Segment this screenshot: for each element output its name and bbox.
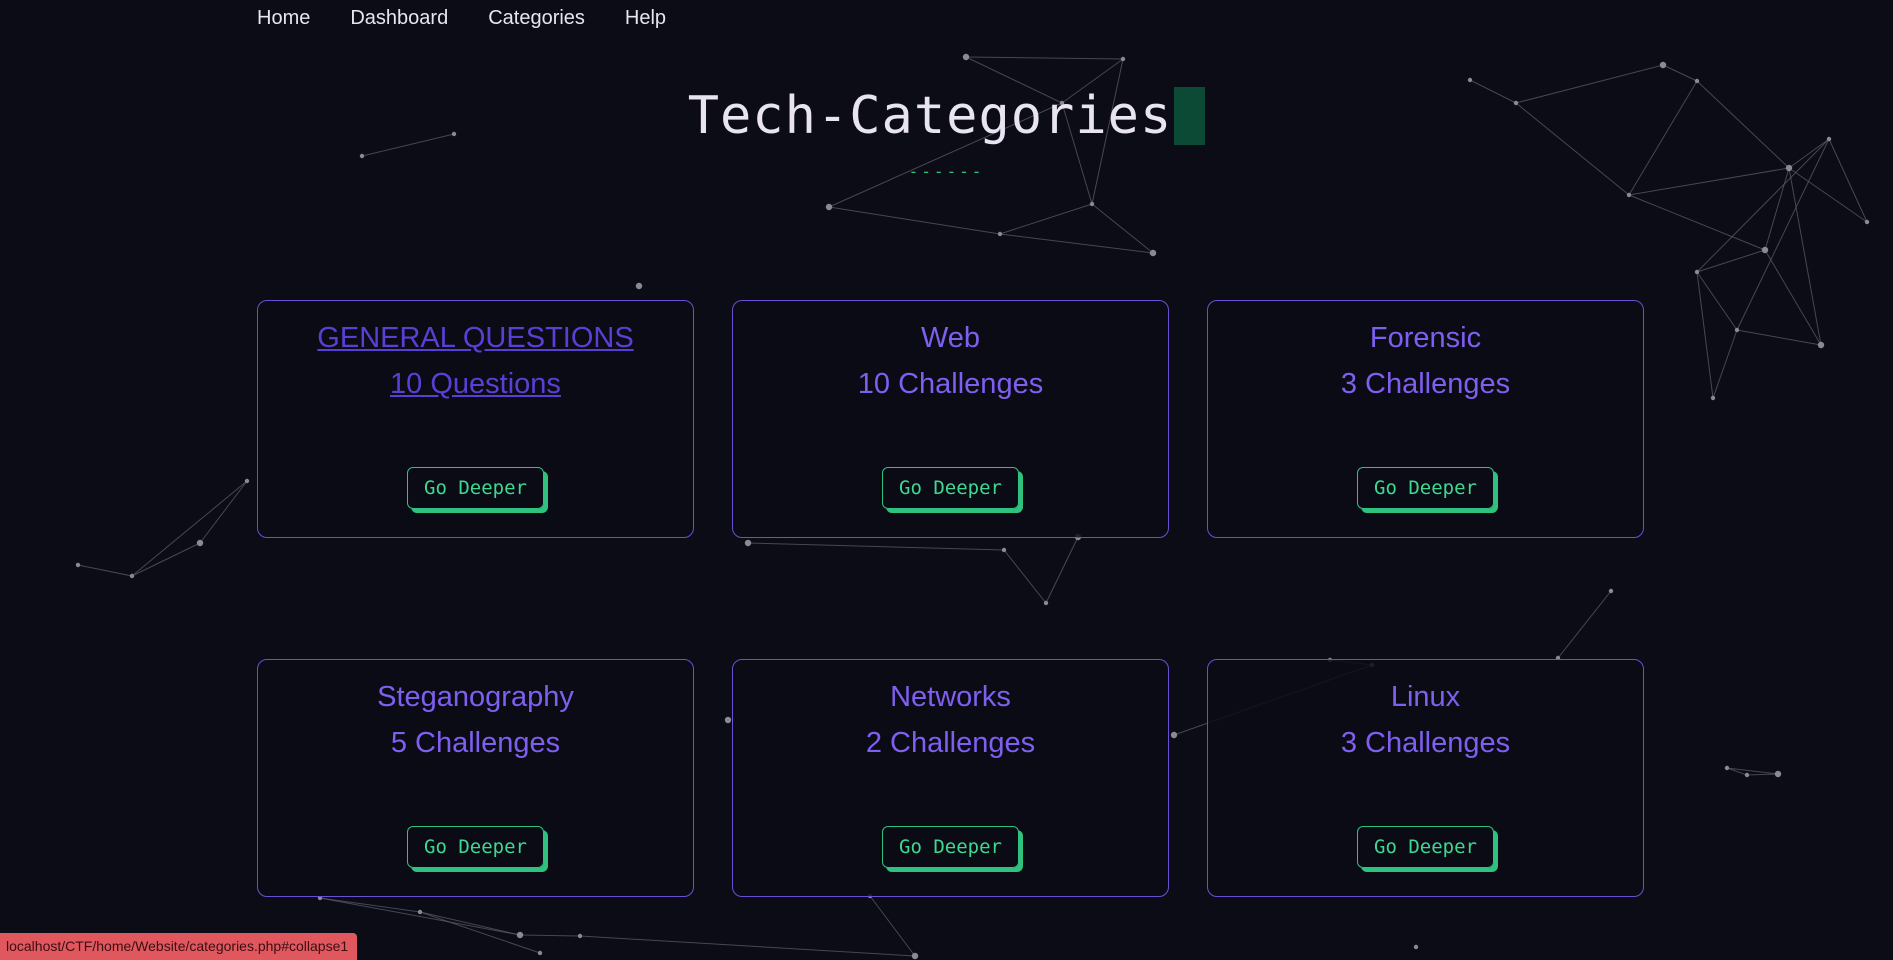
go-deeper-button[interactable]: Go Deeper (407, 467, 544, 509)
category-title: Linux (1390, 681, 1461, 713)
network-node (1864, 219, 1870, 225)
network-node (1626, 192, 1632, 198)
network-line (1736, 329, 1822, 346)
network-line (1091, 203, 1154, 254)
network-line (419, 911, 521, 936)
category-card-linux[interactable]: Linux 3 Challenges Go Deeper (1207, 659, 1644, 897)
title-underline: ------ (908, 162, 985, 181)
category-title: Steganography (377, 681, 574, 713)
category-count: 3 Challenges (1340, 727, 1511, 759)
network-line (999, 203, 1093, 235)
network-line (1712, 329, 1738, 399)
go-deeper-button[interactable]: Go Deeper (882, 467, 1019, 509)
page-header: Tech-Categories ------ (0, 86, 1893, 181)
top-nav: Home Dashboard Categories Help (257, 0, 666, 36)
network-node (825, 203, 833, 211)
network-node (1710, 395, 1716, 401)
network-line (869, 895, 916, 957)
category-title[interactable]: GENERAL QUESTIONS (317, 315, 633, 361)
nav-dashboard-link[interactable]: Dashboard (350, 7, 448, 30)
status-bar-url: localhost/CTF/home/Website/categories.ph… (0, 933, 358, 960)
category-grid: GENERAL QUESTIONS 10 Questions Go Deeper… (257, 300, 1644, 897)
network-node (1694, 269, 1700, 275)
category-title: Forensic (1369, 322, 1482, 354)
network-node (1774, 770, 1782, 778)
network-line (419, 911, 541, 954)
go-deeper-button[interactable]: Go Deeper (1357, 467, 1494, 509)
go-deeper-button[interactable]: Go Deeper (882, 826, 1019, 868)
network-line (1662, 64, 1698, 82)
category-card-networks[interactable]: Networks 2 Challenges Go Deeper (732, 659, 1169, 897)
network-node (1467, 77, 1473, 83)
go-deeper-button[interactable]: Go Deeper (407, 826, 544, 868)
network-node (1089, 201, 1095, 207)
network-line (1746, 773, 1779, 776)
typing-cursor (1174, 87, 1206, 145)
network-node (911, 952, 919, 960)
page-title-wrap: Tech-Categories (688, 86, 1206, 146)
network-line (1628, 194, 1766, 251)
network-line (199, 480, 248, 544)
page-title: Tech-Categories (687, 86, 1173, 146)
category-card-steganography[interactable]: Steganography 5 Challenges Go Deeper (257, 659, 694, 897)
network-line (965, 56, 1124, 60)
network-node (537, 950, 543, 956)
network-node (244, 478, 250, 484)
network-line (319, 897, 421, 913)
category-title: Networks (890, 681, 1011, 713)
network-node (1761, 246, 1769, 254)
network-node (1659, 61, 1667, 69)
category-count: 5 Challenges (390, 727, 561, 759)
go-deeper-button[interactable]: Go Deeper (1357, 826, 1494, 868)
category-card-general-questions[interactable]: GENERAL QUESTIONS 10 Questions Go Deeper (257, 300, 694, 538)
category-count: 3 Challenges (1340, 368, 1511, 400)
nav-help-link[interactable]: Help (625, 7, 666, 30)
network-node (417, 909, 423, 915)
network-line (579, 935, 916, 957)
category-title: Web (920, 322, 981, 354)
network-line (131, 480, 248, 577)
network-line (519, 934, 581, 937)
category-card-forensic[interactable]: Forensic 3 Challenges Go Deeper (1207, 300, 1644, 538)
network-node (75, 562, 81, 568)
page: Home Dashboard Categories Help Tech-Cate… (0, 0, 1893, 960)
network-node (635, 282, 643, 290)
network-node (1413, 944, 1419, 950)
network-node (1120, 56, 1126, 62)
network-node (1744, 772, 1750, 778)
category-count: 10 Challenges (857, 368, 1044, 400)
network-node (196, 539, 204, 547)
network-node (1149, 249, 1157, 257)
network-line (828, 206, 1001, 235)
network-node (1817, 341, 1825, 349)
nav-home-link[interactable]: Home (257, 7, 310, 30)
network-node (516, 931, 524, 939)
network-node (1724, 765, 1730, 771)
nav-categories-link[interactable]: Categories (488, 7, 585, 30)
network-node (129, 573, 135, 579)
network-line (319, 897, 521, 936)
network-node (1694, 78, 1700, 84)
network-node (997, 231, 1003, 237)
network-line (999, 233, 1154, 254)
network-line (1696, 249, 1766, 273)
category-card-web[interactable]: Web 10 Challenges Go Deeper (732, 300, 1169, 538)
network-line (77, 564, 133, 577)
network-node (962, 53, 970, 61)
category-count: 2 Challenges (865, 727, 1036, 759)
network-node (1734, 327, 1740, 333)
category-count[interactable]: 10 Questions (390, 361, 561, 407)
network-node (577, 933, 583, 939)
